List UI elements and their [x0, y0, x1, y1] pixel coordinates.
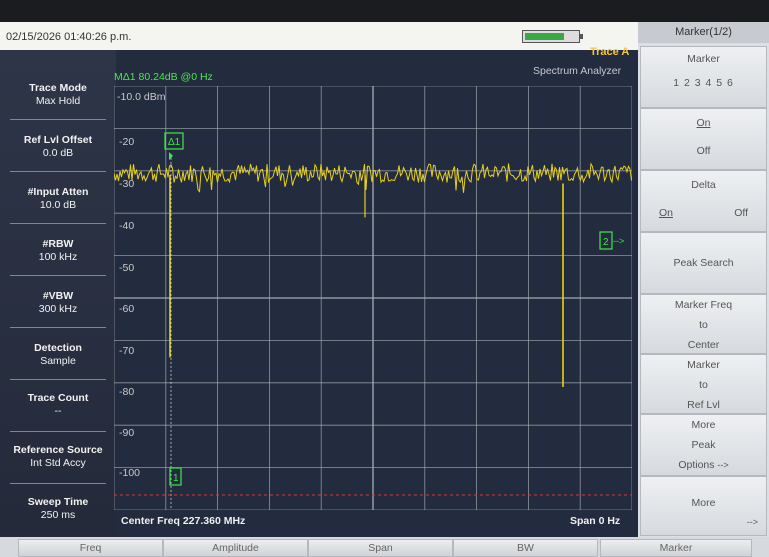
softkey-line: to — [699, 379, 708, 391]
softkey-line: Marker — [687, 359, 720, 371]
softkey-line: Marker Freq — [674, 299, 733, 311]
divider — [10, 483, 106, 484]
marker-number-options: 1 2 3 4 5 6 — [673, 77, 734, 89]
spectrum-graticule: Δ1 1 2 --> — [114, 86, 632, 510]
trace-mode-setting[interactable]: Trace Mode Max Hold — [4, 82, 112, 108]
ref-lvl-offset-setting[interactable]: Ref Lvl Offset 0.0 dB — [4, 134, 112, 160]
marker-softkey[interactable]: Marker — [600, 539, 752, 557]
setting-value: 100 kHz — [38, 251, 78, 263]
mode-label: Spectrum Analyzer — [533, 65, 622, 77]
detection-setting[interactable]: Detection Sample — [4, 342, 112, 368]
softkey-line: to — [699, 319, 708, 331]
setting-value: 250 ms — [40, 509, 76, 521]
peak-search-softkey[interactable]: Peak Search — [640, 232, 767, 294]
y-tick-label: -90 — [119, 427, 135, 439]
y-tick-label: -40 — [119, 220, 135, 232]
divider — [10, 223, 106, 224]
setting-title: Sweep Time — [27, 496, 89, 508]
divider — [10, 327, 106, 328]
softkey-line: Options — [678, 459, 715, 471]
marker-2-label: 2 — [603, 237, 609, 248]
divider — [10, 379, 106, 380]
softkey-label: More — [691, 497, 716, 509]
submenu-arrow-icon: --> — [746, 517, 758, 527]
amplitude-softkey[interactable]: Amplitude — [163, 539, 308, 557]
span-softkey[interactable]: Span — [308, 539, 453, 557]
divider — [10, 275, 106, 276]
bottom-softkey-bar: Freq Amplitude Span BW Marker — [0, 537, 769, 557]
softkey-label: Peak Search — [673, 257, 734, 269]
marker-freq-to-center-softkey[interactable]: Marker Freq to Center — [640, 294, 767, 354]
battery-icon — [522, 30, 583, 43]
y-tick-label: -20 — [119, 136, 135, 148]
setting-title: #VBW — [42, 290, 74, 302]
bw-softkey[interactable]: BW — [453, 539, 598, 557]
center-freq-label: Center Freq 227.360 MHz — [121, 515, 246, 527]
marker-on-off-softkey[interactable]: On Off — [640, 108, 767, 170]
vbw-setting[interactable]: #VBW 300 kHz — [4, 290, 112, 316]
setting-value: Int Std Accy — [30, 457, 86, 469]
off-option: Off — [696, 145, 711, 157]
setting-value: Max Hold — [35, 95, 81, 107]
menu-title: Marker(1/2) — [638, 22, 769, 43]
timestamp: 02/15/2026 01:40:26 p.m. — [6, 31, 132, 43]
trace-count-setting[interactable]: Trace Count -- — [4, 392, 112, 418]
setting-title: Trace Mode — [29, 82, 87, 94]
setting-value: Sample — [40, 355, 76, 367]
setting-title: Detection — [34, 342, 82, 354]
ref-level-label: -10.0 dBm — [117, 91, 166, 103]
y-tick-label: -60 — [119, 303, 135, 315]
input-atten-setting[interactable]: #Input Atten 10.0 dB — [4, 186, 112, 212]
delta-marker-label: Δ1 — [168, 137, 181, 148]
divider — [10, 431, 106, 432]
softkey-title: Marker — [687, 53, 720, 65]
y-tick-label: -50 — [119, 262, 135, 274]
marker-2-offscreen-arrow-icon: --> — [613, 236, 624, 246]
more-softkey[interactable]: More --> — [640, 476, 767, 536]
softkey-line: Ref Lvl — [687, 399, 720, 411]
setting-title: Ref Lvl Offset — [23, 134, 93, 146]
submenu-arrow-icon: --> — [717, 460, 729, 470]
setting-title: #Input Atten — [27, 186, 89, 198]
marker-select-softkey[interactable]: Marker 1 2 3 4 5 6 — [640, 46, 767, 108]
more-peak-options-softkey[interactable]: More Peak Options --> — [640, 414, 767, 476]
setting-title: Trace Count — [27, 392, 89, 404]
reference-source-setting[interactable]: Reference Source Int Std Accy — [4, 444, 112, 470]
setting-value: 10.0 dB — [39, 199, 77, 211]
marker-menu-panel: Marker(1/2) Marker 1 2 3 4 5 6 On Off De… — [638, 22, 769, 537]
marker-1-label: 1 — [173, 473, 179, 484]
settings-panel: Trace Mode Max Hold Ref Lvl Offset 0.0 d… — [0, 50, 116, 537]
setting-value: -- — [54, 405, 62, 417]
delta-softkey[interactable]: Delta On Off — [640, 170, 767, 232]
rbw-setting[interactable]: #RBW 100 kHz — [4, 238, 112, 264]
on-option: On — [696, 117, 711, 129]
delta-off-option: Off — [734, 207, 748, 219]
marker-readout: MΔ1 80.24dB @0 Hz — [114, 71, 213, 83]
y-tick-label: -70 — [119, 345, 135, 357]
status-bar: 02/15/2026 01:40:26 p.m. — [0, 22, 638, 51]
sweep-time-setting[interactable]: Sweep Time 250 ms — [4, 496, 112, 522]
divider — [10, 171, 106, 172]
freq-softkey[interactable]: Freq — [18, 539, 163, 557]
y-tick-label: -100 — [119, 467, 141, 479]
span-label: Span 0 Hz — [570, 515, 621, 527]
softkey-line: Peak — [691, 439, 716, 451]
y-tick-label: -80 — [119, 386, 135, 398]
y-tick-label: -30 — [119, 178, 135, 190]
divider — [10, 119, 106, 120]
setting-title: Reference Source — [13, 444, 103, 456]
setting-value: 0.0 dB — [42, 147, 74, 159]
softkey-title: Delta — [691, 179, 716, 191]
setting-value: 300 kHz — [38, 303, 78, 315]
softkey-line: Center — [687, 339, 720, 351]
trace-label: Trace A — [590, 46, 630, 58]
marker-to-ref-lvl-softkey[interactable]: Marker to Ref Lvl — [640, 354, 767, 414]
delta-on-option: On — [659, 207, 674, 219]
softkey-line: More — [691, 419, 716, 431]
spectrum-trace-plot: Δ1 1 2 --> — [114, 86, 632, 510]
setting-title: #RBW — [42, 238, 74, 250]
